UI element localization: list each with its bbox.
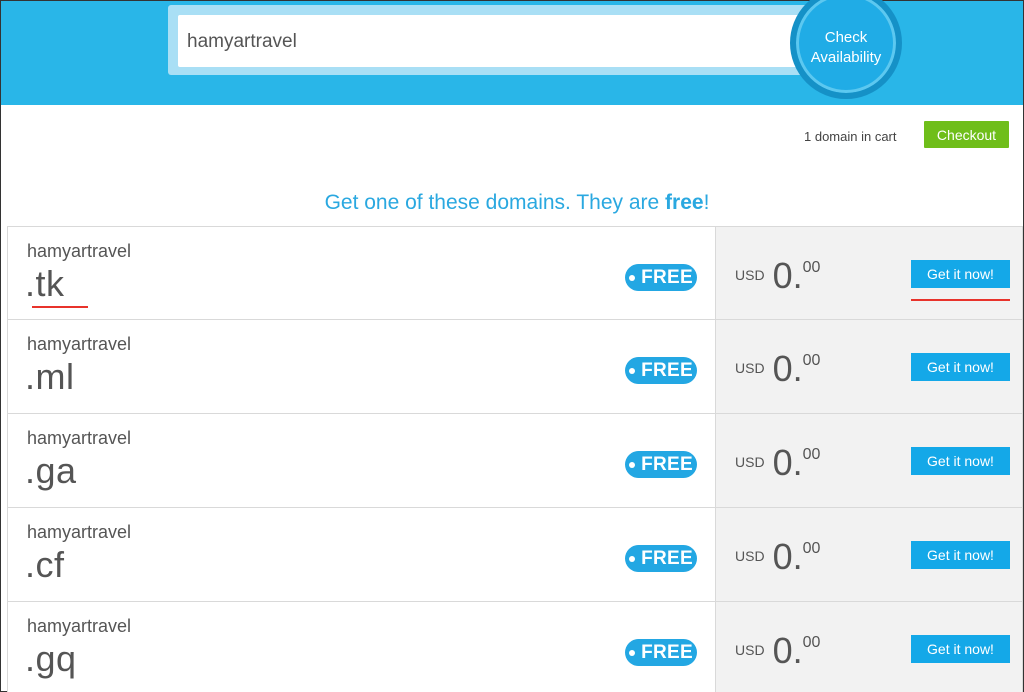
free-badge: FREE bbox=[625, 545, 697, 572]
price-currency: USD bbox=[735, 642, 765, 658]
domain-row: hamyartravel .tk FREE USD 0. 00 Get it n… bbox=[7, 226, 1023, 320]
check-availability-label-line2: Availability bbox=[810, 49, 882, 66]
promo-heading-prefix: Get one of these domains. They are bbox=[324, 191, 666, 214]
bullet-icon bbox=[629, 274, 636, 281]
free-badge-label: FREE bbox=[641, 266, 693, 288]
domain-tld: .cf bbox=[25, 544, 65, 585]
price-amount: 0. bbox=[772, 536, 803, 577]
price-amount: 0. bbox=[772, 630, 803, 671]
get-it-now-button[interactable]: Get it now! bbox=[911, 447, 1010, 475]
bullet-icon bbox=[629, 461, 636, 468]
price-currency: USD bbox=[735, 267, 765, 283]
price-currency: USD bbox=[735, 454, 765, 470]
price-currency: USD bbox=[735, 360, 765, 376]
price: USD 0. 00 bbox=[735, 444, 820, 482]
red-underline-annotation bbox=[32, 306, 88, 308]
free-badge: FREE bbox=[625, 357, 697, 384]
domain-name: hamyartravel bbox=[27, 616, 132, 636]
domain-row: hamyartravel .ga FREE USD 0. 00 Get it n… bbox=[7, 414, 1023, 508]
cart-count: 1 domain in cart bbox=[804, 129, 897, 144]
get-it-now-button[interactable]: Get it now! bbox=[911, 260, 1010, 288]
domain-row: hamyartravel .cf FREE USD 0. 00 Get it n… bbox=[7, 508, 1023, 602]
price: USD 0. 00 bbox=[735, 632, 820, 670]
domain-list: hamyartravel .tk FREE USD 0. 00 Get it n… bbox=[7, 226, 1023, 692]
domain-info: hamyartravel .tk FREE bbox=[8, 227, 715, 319]
red-underline-annotation bbox=[911, 299, 1010, 301]
domain-search-input[interactable]: hamyartravel bbox=[178, 15, 808, 67]
domain-name: hamyartravel bbox=[27, 241, 132, 261]
price-panel: USD 0. 00 Get it now! bbox=[715, 414, 1022, 507]
free-badge: FREE bbox=[625, 451, 697, 478]
promo-heading: Get one of these domains. They are free! bbox=[1, 191, 1024, 215]
price-cents: 00 bbox=[802, 540, 821, 557]
price-cents: 00 bbox=[802, 634, 821, 651]
price-cents: 00 bbox=[802, 259, 821, 276]
check-availability-button[interactable]: Check Availability bbox=[790, 0, 902, 99]
domain-tld: .ga bbox=[25, 450, 77, 491]
price-cents: 00 bbox=[802, 352, 821, 369]
price-panel: USD 0. 00 Get it now! bbox=[715, 227, 1022, 319]
domain-row: hamyartravel .ml FREE USD 0. 00 Get it n… bbox=[7, 320, 1023, 414]
domain-info: hamyartravel .ga FREE bbox=[8, 414, 715, 507]
domain-tld: .ml bbox=[25, 356, 75, 397]
price-panel: USD 0. 00 Get it now! bbox=[715, 508, 1022, 601]
domain-name: hamyartravel bbox=[27, 334, 132, 354]
get-it-now-button[interactable]: Get it now! bbox=[911, 541, 1010, 569]
price: USD 0. 00 bbox=[735, 350, 820, 388]
price-amount: 0. bbox=[772, 442, 803, 483]
price-panel: USD 0. 00 Get it now! bbox=[715, 602, 1022, 692]
price: USD 0. 00 bbox=[735, 257, 820, 295]
domain-info: hamyartravel .cf FREE bbox=[8, 508, 715, 601]
domain-row: hamyartravel .gq FREE USD 0. 00 Get it n… bbox=[7, 602, 1023, 692]
price-amount: 0. bbox=[772, 348, 803, 389]
search-bar: hamyartravel bbox=[168, 5, 836, 75]
free-badge-label: FREE bbox=[641, 359, 693, 381]
price-amount: 0. bbox=[772, 255, 803, 296]
free-badge-label: FREE bbox=[641, 453, 693, 475]
bullet-icon bbox=[629, 555, 636, 562]
promo-heading-strong: free bbox=[665, 191, 704, 214]
free-badge-label: FREE bbox=[641, 547, 693, 569]
free-badge-label: FREE bbox=[641, 641, 693, 663]
search-header: hamyartravel Check Availability bbox=[1, 0, 1023, 105]
get-it-now-button[interactable]: Get it now! bbox=[911, 635, 1010, 663]
domain-info: hamyartravel .ml FREE bbox=[8, 320, 715, 413]
check-availability-label-line1: Check bbox=[824, 29, 868, 46]
price: USD 0. 00 bbox=[735, 538, 820, 576]
free-badge: FREE bbox=[625, 639, 697, 666]
domain-info: hamyartravel .gq FREE bbox=[8, 602, 715, 692]
domain-tld: .tk bbox=[25, 263, 65, 304]
price-currency: USD bbox=[735, 548, 765, 564]
price-panel: USD 0. 00 Get it now! bbox=[715, 320, 1022, 413]
domain-name: hamyartravel bbox=[27, 428, 132, 448]
promo-heading-suffix: ! bbox=[703, 191, 710, 214]
free-badge: FREE bbox=[625, 264, 697, 291]
domain-tld: .gq bbox=[25, 638, 77, 679]
price-cents: 00 bbox=[802, 446, 821, 463]
get-it-now-button[interactable]: Get it now! bbox=[911, 353, 1010, 381]
bullet-icon bbox=[629, 649, 636, 656]
checkout-button[interactable]: Checkout bbox=[924, 121, 1009, 148]
domain-name: hamyartravel bbox=[27, 522, 132, 542]
bullet-icon bbox=[629, 367, 636, 374]
